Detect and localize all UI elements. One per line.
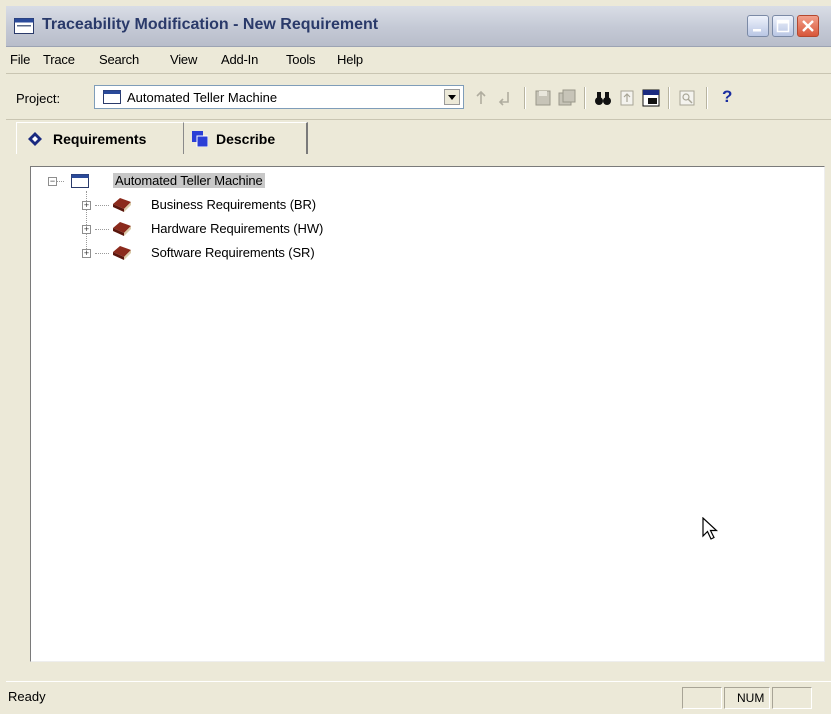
maximize-button[interactable]	[772, 15, 794, 37]
menu-view[interactable]: View	[170, 52, 197, 67]
chevron-down-icon	[448, 95, 456, 100]
tree-item-software-requirements[interactable]: Software Requirements (SR)	[151, 245, 315, 260]
project-dropdown[interactable]: Automated Teller Machine	[94, 85, 464, 109]
menu-file[interactable]: File	[10, 52, 30, 67]
num-lock-indicator: NUM	[737, 691, 765, 705]
diamond-icon	[28, 132, 42, 146]
tree-connector	[56, 181, 64, 182]
requirements-tree[interactable]: − Automated Teller Machine + Business Re…	[30, 166, 825, 662]
minimize-icon	[753, 29, 761, 32]
menu-trace[interactable]: Trace	[43, 52, 75, 67]
status-pane-empty	[682, 687, 722, 709]
tree-connector	[95, 229, 109, 230]
tree-item-business-requirements[interactable]: Business Requirements (BR)	[151, 197, 316, 212]
toolbar-separator	[584, 87, 586, 109]
title-bar[interactable]: Traceability Modification - New Requirem…	[6, 6, 831, 47]
status-bar: Ready NUM	[6, 681, 831, 714]
sort-icon[interactable]	[618, 89, 636, 107]
book-icon	[113, 198, 131, 212]
status-pane-empty	[772, 687, 812, 709]
tab-requirements-label: Requirements	[53, 131, 147, 147]
minimize-button[interactable]	[747, 15, 769, 37]
status-pane-num: NUM	[724, 687, 770, 709]
move-down-icon[interactable]	[496, 89, 514, 107]
menu-add-in[interactable]: Add-In	[221, 52, 258, 67]
tab-describe-label: Describe	[216, 131, 276, 147]
binoculars-icon[interactable]	[594, 89, 612, 107]
maximize-icon	[776, 19, 790, 33]
project-tree-icon	[71, 174, 89, 188]
close-button[interactable]	[797, 15, 819, 37]
tree-item-hardware-requirements[interactable]: Hardware Requirements (HW)	[151, 221, 323, 236]
tree-root-label[interactable]: Automated Teller Machine	[113, 173, 265, 188]
expand-toggle[interactable]: +	[82, 225, 91, 234]
window-icon[interactable]	[642, 89, 660, 107]
status-text: Ready	[8, 689, 46, 704]
collapse-toggle[interactable]: −	[48, 177, 57, 186]
toolbar-separator	[668, 87, 670, 109]
close-icon	[802, 20, 814, 32]
expand-toggle[interactable]: +	[82, 201, 91, 210]
tree-connector	[95, 253, 109, 254]
tree-connector	[95, 205, 109, 206]
toolbar-separator	[706, 87, 708, 109]
tab-describe[interactable]: Describe	[184, 122, 308, 154]
tab-strip: Requirements Describe	[16, 122, 826, 154]
move-up-icon[interactable]	[472, 89, 490, 107]
book-icon	[113, 246, 131, 260]
help-icon[interactable]: ?	[722, 87, 732, 107]
menu-bar: File Trace Search View Add-In Tools Help	[6, 47, 831, 74]
project-icon	[103, 90, 121, 104]
book-icon	[113, 222, 131, 236]
describe-icon	[192, 131, 208, 147]
tab-requirements[interactable]: Requirements	[16, 122, 184, 154]
project-value: Automated Teller Machine	[127, 90, 278, 105]
menu-search[interactable]: Search	[99, 52, 139, 67]
menu-tools[interactable]: Tools	[286, 52, 316, 67]
toolbar: Project: Automated Teller Machine ?	[6, 75, 831, 120]
app-window: Traceability Modification - New Requirem…	[6, 0, 831, 713]
expand-toggle[interactable]: +	[82, 249, 91, 258]
dropdown-arrow-button[interactable]	[444, 89, 460, 105]
menu-help[interactable]: Help	[337, 52, 363, 67]
find-icon[interactable]	[678, 89, 696, 107]
app-window-icon	[14, 18, 34, 34]
window-title: Traceability Modification - New Requirem…	[42, 16, 379, 33]
mouse-cursor-icon	[702, 517, 719, 540]
project-label: Project:	[16, 91, 61, 106]
toolbar-separator	[524, 87, 526, 109]
save-all-icon[interactable]	[558, 89, 576, 107]
save-icon[interactable]	[534, 89, 552, 107]
